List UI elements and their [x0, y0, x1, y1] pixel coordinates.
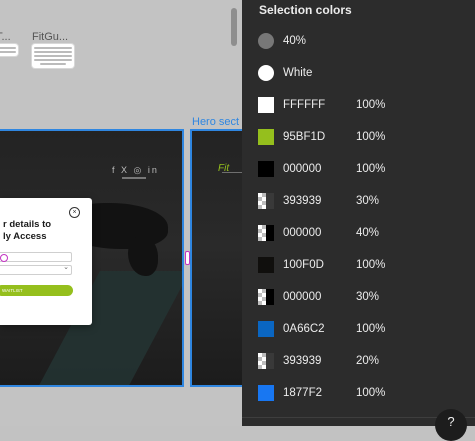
color-row[interactable]: 000000 40%: [242, 216, 475, 248]
color-swatch[interactable]: [258, 321, 274, 337]
close-icon[interactable]: ×: [69, 207, 80, 218]
brand-tagline: [222, 172, 242, 173]
color-value[interactable]: 95BF1D: [283, 129, 325, 145]
name-input[interactable]: [0, 252, 72, 262]
selection-colors-panel: Selection colors 40% White FFFFFF 100% 95BF1…: [242, 0, 475, 441]
modal-title-line-1: r details to: [3, 219, 52, 230]
hero-frame-2[interactable]: [190, 129, 242, 387]
color-value[interactable]: 100F0D: [283, 257, 324, 273]
waitlist-button[interactable]: WAITLIST: [0, 285, 73, 296]
select-field[interactable]: ⌄: [0, 264, 72, 275]
color-row[interactable]: 393939 30%: [242, 184, 475, 216]
design-canvas[interactable]: T... FitGu... Hero sect f X ◎ in × r det…: [0, 0, 242, 426]
modal-title: r details to ly Access: [3, 219, 51, 243]
color-opacity[interactable]: 100%: [356, 257, 385, 273]
color-opacity[interactable]: 100%: [356, 97, 385, 113]
color-opacity[interactable]: 100%: [356, 385, 385, 401]
color-swatch[interactable]: [258, 289, 274, 305]
color-swatch[interactable]: [258, 161, 274, 177]
color-swatch[interactable]: [258, 193, 274, 209]
color-value[interactable]: 393939: [283, 193, 321, 209]
frame-label-hero[interactable]: Hero sect: [192, 116, 239, 128]
tile-label-2[interactable]: FitGu...: [32, 31, 68, 43]
color-swatch[interactable]: [258, 353, 274, 369]
modal-title-line-2: ly Access: [3, 231, 47, 242]
color-value[interactable]: 393939: [283, 353, 321, 369]
color-opacity[interactable]: 40%: [356, 225, 379, 241]
color-value[interactable]: 000000: [283, 161, 321, 177]
social-caption: [122, 177, 146, 179]
selection-handle[interactable]: [0, 254, 8, 262]
canvas-scrollbar[interactable]: [231, 8, 237, 46]
color-swatch[interactable]: [258, 385, 274, 401]
color-value[interactable]: White: [283, 65, 312, 81]
color-row[interactable]: 95BF1D 100%: [242, 120, 475, 152]
color-opacity[interactable]: 20%: [356, 353, 379, 369]
color-swatch[interactable]: [258, 257, 274, 273]
color-value[interactable]: FFFFFF: [283, 97, 325, 113]
color-value[interactable]: 0A66C2: [283, 321, 325, 337]
thumbnail-1[interactable]: [0, 44, 18, 56]
waitlist-modal[interactable]: × r details to ly Access ⌄ WAITLIST: [0, 198, 92, 325]
color-row[interactable]: 100F0D 100%: [242, 248, 475, 280]
help-button[interactable]: ?: [435, 409, 467, 441]
swatch-solid-half: [266, 289, 274, 305]
color-opacity[interactable]: 100%: [356, 161, 385, 177]
color-opacity[interactable]: 100%: [356, 321, 385, 337]
color-swatch[interactable]: [258, 33, 274, 49]
color-value[interactable]: 000000: [283, 289, 321, 305]
color-opacity[interactable]: 30%: [356, 289, 379, 305]
color-row[interactable]: 40%: [242, 24, 475, 56]
color-row[interactable]: 0A66C2 100%: [242, 312, 475, 344]
color-row[interactable]: White: [242, 56, 475, 88]
color-opacity[interactable]: 30%: [356, 193, 379, 209]
color-row[interactable]: 1877F2 100%: [242, 376, 475, 408]
swatch-solid-half: [266, 225, 274, 241]
color-row[interactable]: 000000 30%: [242, 280, 475, 312]
color-row[interactable]: FFFFFF 100%: [242, 88, 475, 120]
color-swatch[interactable]: [258, 129, 274, 145]
color-value[interactable]: 1877F2: [283, 385, 322, 401]
color-opacity[interactable]: 100%: [356, 129, 385, 145]
color-row[interactable]: 000000 100%: [242, 152, 475, 184]
color-swatch[interactable]: [258, 225, 274, 241]
swatch-solid-half: [266, 353, 274, 369]
color-swatch[interactable]: [258, 65, 274, 81]
thumbnail-2[interactable]: [32, 44, 74, 68]
color-value[interactable]: 000000: [283, 225, 321, 241]
social-icons: f X ◎ in: [112, 165, 159, 175]
color-value[interactable]: 40%: [283, 33, 306, 49]
tile-label-1[interactable]: T...: [0, 31, 11, 43]
color-swatch[interactable]: [258, 97, 274, 113]
panel-title: Selection colors: [259, 3, 352, 17]
swatch-solid-half: [266, 193, 274, 209]
chevron-down-icon: ⌄: [63, 264, 69, 271]
color-row[interactable]: 393939 20%: [242, 344, 475, 376]
